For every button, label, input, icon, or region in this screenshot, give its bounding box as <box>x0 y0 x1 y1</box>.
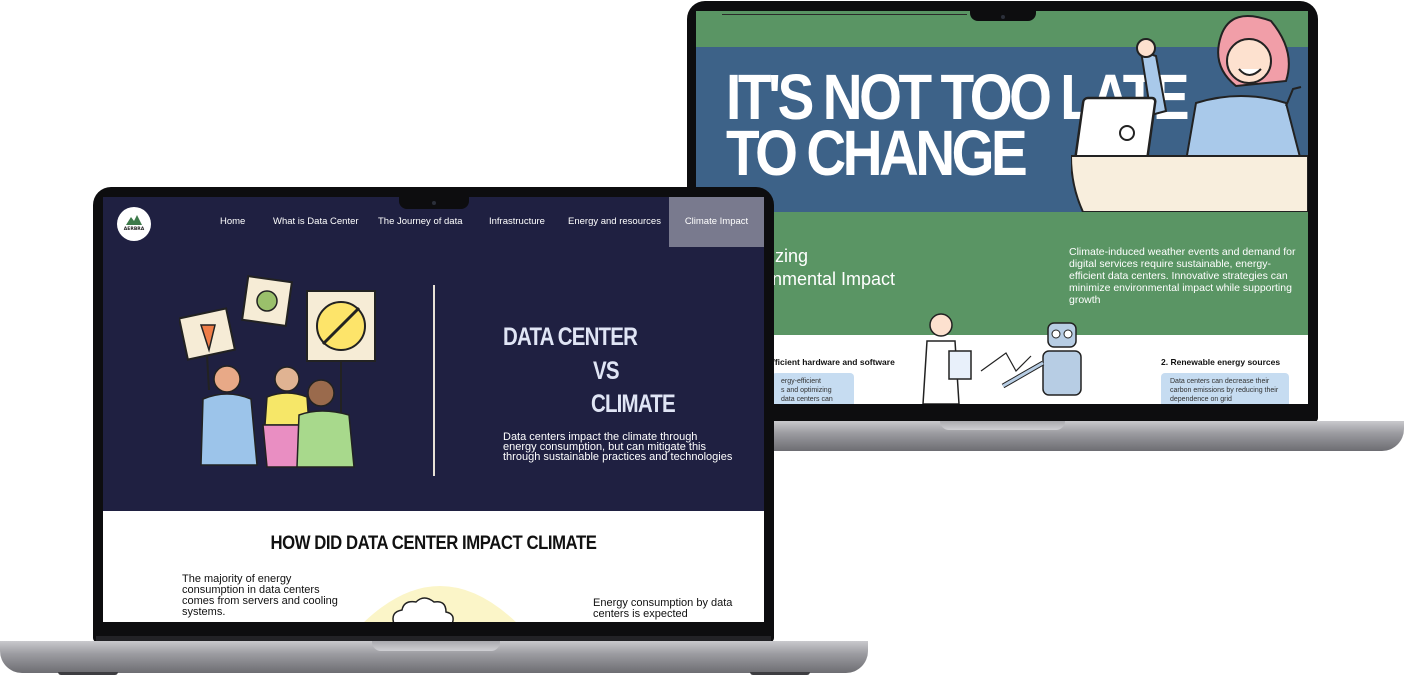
section-description: Climate-induced weather events and deman… <box>1069 246 1296 306</box>
back-laptop-screen: IT'S NOT TOO LATE TO CHANGE mizing ronme… <box>696 11 1308 404</box>
logo-text: AERBRA <box>123 227 145 232</box>
hero-line-vs: VS <box>593 357 620 385</box>
nav-climate-impact[interactable]: Climate Impact <box>669 197 764 247</box>
front-base-notch <box>372 641 500 651</box>
hero-line-climate: CLIMATE <box>591 390 676 418</box>
section-title: mizing ronmental Impact <box>756 246 896 289</box>
front-foot-right <box>750 672 810 675</box>
front-laptop-screen: AERBRA Home What is Data Center The Jour… <box>103 197 764 622</box>
list-heading-1: fficient hardware and software <box>772 357 895 367</box>
top-rule <box>722 14 967 15</box>
back-base-notch <box>940 421 1065 430</box>
front-laptop: AERBRA Home What is Data Center The Jour… <box>93 187 774 642</box>
front-foot-left <box>58 672 118 675</box>
card-1: ergy-efficient s and optimizing data cen… <box>772 373 854 404</box>
section-right-text: Energy consumption by data centers is ex… <box>593 597 733 620</box>
section-title: HOW DID DATA CENTER IMPACT CLIMATE <box>270 533 597 554</box>
front-notch <box>399 197 469 209</box>
scientist-robot-illustration <box>922 313 1082 404</box>
back-laptop-base <box>745 421 1404 451</box>
logo-mountain-icon <box>126 215 142 225</box>
hero-divider <box>433 285 435 476</box>
back-laptop: IT'S NOT TOO LATE TO CHANGE mizing ronme… <box>687 1 1318 422</box>
nav-energy-resources[interactable]: Energy and resources <box>568 197 661 247</box>
woman-laptop-illustration <box>1071 15 1308 212</box>
nav-infrastructure[interactable]: Infrastructure <box>489 197 545 247</box>
hero-line-data-center: DATA CENTER <box>503 323 638 351</box>
nav-what-is-data-center[interactable]: What is Data Center <box>273 197 359 247</box>
nav-home[interactable]: Home <box>220 197 245 247</box>
logo[interactable]: AERBRA <box>117 207 151 241</box>
hero-description: Data centers impact the climate through … <box>503 431 733 463</box>
back-notch <box>970 11 1036 21</box>
cloud-illustration <box>364 586 516 622</box>
list-heading-2: 2. Renewable energy sources <box>1161 357 1281 367</box>
section-left-text: The majority of energy consumption in da… <box>182 573 338 618</box>
card-2: Data centers can decrease their carbon e… <box>1161 373 1289 404</box>
protest-illustration <box>179 275 376 468</box>
